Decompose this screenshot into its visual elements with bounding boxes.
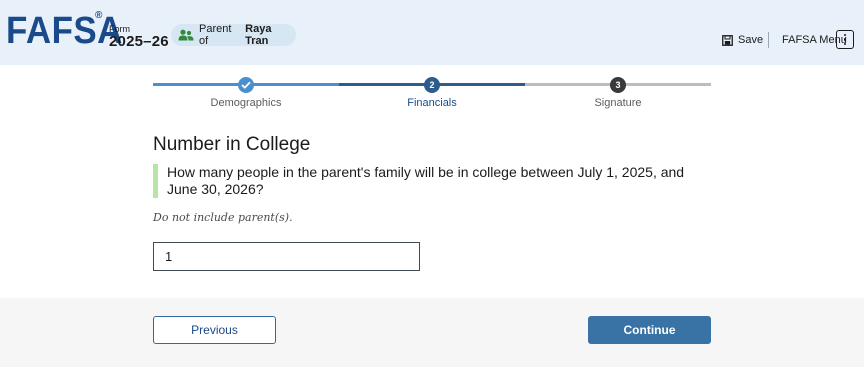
- save-button[interactable]: Save: [722, 34, 763, 46]
- hint-text: Do not include parent(s).: [153, 211, 293, 224]
- question-text: How many people in the parent's family w…: [153, 164, 698, 198]
- previous-button[interactable]: Previous: [153, 316, 276, 344]
- vertical-ellipsis-icon[interactable]: [836, 30, 854, 49]
- floppy-disk-icon: [722, 35, 733, 46]
- page-footer: [0, 298, 864, 367]
- role-prefix: Parent of: [199, 23, 242, 47]
- step-label-financials: Financials: [372, 97, 492, 109]
- role-badge: Parent of Raya Tran: [171, 24, 296, 46]
- step-label-signature: Signature: [558, 97, 678, 109]
- step-3-indicator: 3: [610, 77, 626, 93]
- save-label: Save: [738, 34, 763, 46]
- form-year: 2025–26: [109, 33, 169, 50]
- fafsa-logo[interactable]: FAFSA: [6, 11, 123, 51]
- continue-button[interactable]: Continue: [588, 316, 711, 344]
- step-label-demographics: Demographics: [186, 97, 306, 109]
- page-title: Number in College: [153, 134, 310, 156]
- step-2-indicator: 2: [424, 77, 440, 93]
- number-in-college-input[interactable]: [153, 242, 420, 271]
- page-header: FAFSA ® Form 2025–26 Parent of Raya Tran…: [0, 0, 864, 65]
- step-1-checkmark-icon: [238, 77, 254, 93]
- registered-mark: ®: [95, 10, 102, 21]
- users-icon: [178, 29, 194, 41]
- header-divider: [768, 32, 769, 48]
- role-student-name: Raya Tran: [245, 23, 296, 47]
